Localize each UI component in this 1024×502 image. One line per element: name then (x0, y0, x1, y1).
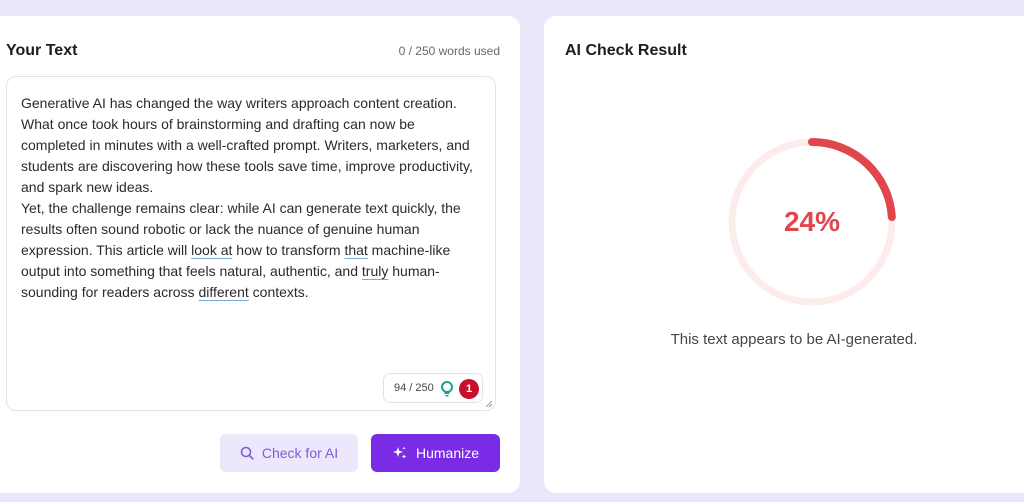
ai-percentage: 24% (783, 206, 841, 237)
panel-title: AI Check Result (565, 42, 687, 59)
text-segment: output into something that feels natural… (21, 263, 362, 279)
text-segment: machine-like (367, 242, 451, 258)
text-line: expression. This article will look at ho… (21, 242, 450, 258)
word-usage-count: 0 / 250 words used (398, 44, 500, 58)
text-line: results often sound robotic or lack the … (21, 221, 420, 237)
panel-title: Your Text (6, 42, 78, 59)
ai-check-result-panel: AI Check Result 24% This text appears to… (544, 16, 1024, 493)
grammar-suggestion[interactable]: that (344, 242, 367, 258)
lightbulb-icon[interactable] (438, 380, 456, 398)
search-icon (240, 446, 254, 460)
grammar-suggestion[interactable]: different (198, 284, 248, 300)
paragraph-1: Generative AI has changed the way writer… (21, 93, 481, 198)
check-for-ai-button[interactable]: Check for AI (220, 434, 358, 472)
grammar-suggestion[interactable]: look at (191, 242, 232, 258)
humanize-button[interactable]: Humanize (371, 434, 500, 472)
ai-score-gauge: 24% (724, 134, 900, 310)
text-segment: expression. This article will (21, 242, 192, 258)
text-line: and spark new ideas. (21, 179, 154, 195)
text-input-area[interactable]: Generative AI has changed the way writer… (6, 76, 496, 411)
sparkle-icon (392, 446, 407, 459)
text-segment: human- (388, 263, 440, 279)
grammar-suggestion[interactable]: truly (362, 263, 388, 279)
error-count-badge[interactable]: 1 (459, 379, 479, 399)
text-line: completed in minutes with a well-crafted… (21, 137, 470, 153)
result-message: This text appears to be AI-generated. (670, 331, 918, 348)
text-segment: how to transform (232, 242, 345, 258)
humanize-button-label: Humanize (415, 445, 480, 461)
text-line: output into something that feels natural… (21, 263, 440, 279)
text-segment: sounding for readers across (21, 284, 199, 300)
text-line: What once took hours of brainstorming an… (21, 116, 415, 132)
text-input-panel: Your Text 0 / 250 words used Generative … (0, 16, 520, 493)
text-line: students are discovering how these tools… (21, 158, 473, 174)
check-button-label: Check for AI (261, 445, 339, 461)
counter-text: 94 / 250 (394, 382, 434, 394)
text-line: Yet, the challenge remains clear: while … (21, 200, 461, 216)
text-line: sounding for readers across different co… (21, 284, 309, 300)
text-segment: contexts. (248, 284, 309, 300)
resize-handle-icon[interactable] (485, 400, 493, 408)
character-counter: 94 / 250 1 (383, 373, 483, 403)
paragraph-2: Yet, the challenge remains clear: while … (21, 198, 481, 303)
text-line: Generative AI has changed the way writer… (21, 95, 457, 111)
text-content[interactable]: Generative AI has changed the way writer… (21, 93, 481, 303)
